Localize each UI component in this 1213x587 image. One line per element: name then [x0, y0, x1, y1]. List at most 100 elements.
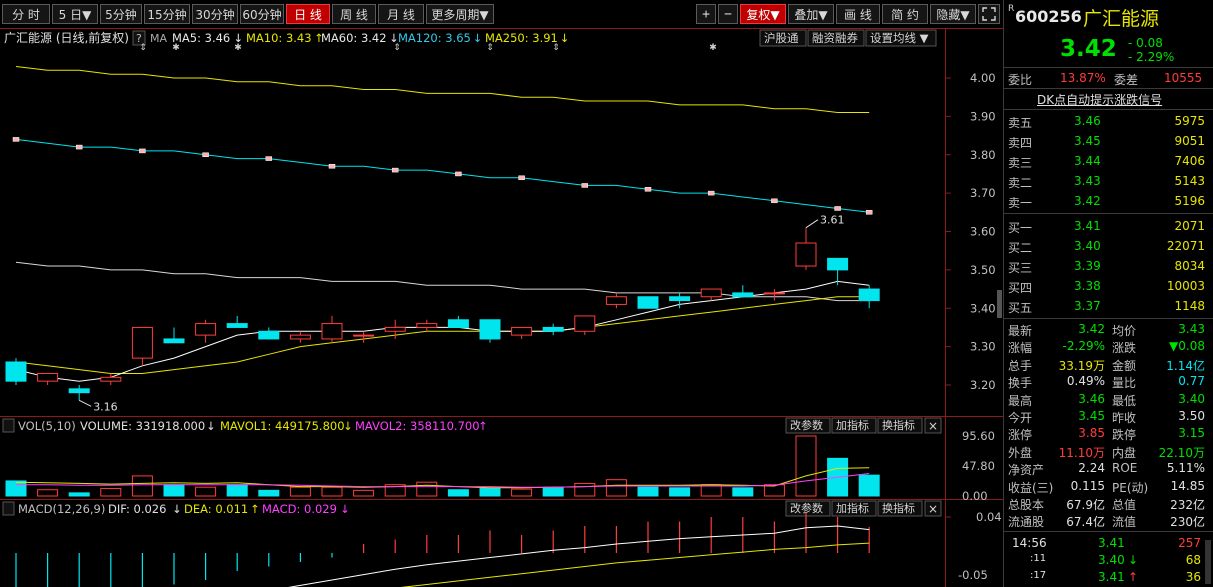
- dk-signal-link[interactable]: DK点自动提示涨跌信号: [1037, 91, 1162, 108]
- macd-axis-label: 0.04: [976, 510, 1002, 524]
- ma-legend-value: MA5: 3.46: [172, 31, 230, 45]
- chart-scroll-handle[interactable]: [997, 290, 1002, 318]
- buy-level-price: 3.40: [1074, 239, 1101, 253]
- vol-add-indicator-label: 加指标: [836, 418, 869, 432]
- stat-label: 内盘: [1112, 445, 1137, 460]
- period-tab-intraday[interactable]: 分 时: [2, 4, 50, 24]
- zoom-in-button[interactable]: +: [696, 4, 716, 24]
- candle-body: [68, 388, 90, 394]
- volume-bar: [479, 487, 501, 497]
- price-axis-label: 3.20: [970, 378, 996, 392]
- ma120-marker: [12, 137, 20, 142]
- stat-label: 昨收: [1112, 411, 1137, 425]
- simple-mode-button[interactable]: 简 约: [882, 4, 928, 24]
- candle-body: [226, 323, 248, 328]
- stat-value: 232亿: [1170, 498, 1205, 512]
- stat-value: -2.29%: [1062, 339, 1105, 354]
- candle-body: [479, 319, 501, 340]
- buy-level-label: 买二: [1008, 241, 1033, 255]
- ma-legend-arrow: ↓: [473, 31, 483, 45]
- stat-value: 0.115: [1070, 478, 1105, 493]
- period-tab-daily[interactable]: 日 线: [286, 4, 330, 24]
- stat-value: 2.24: [1078, 461, 1105, 476]
- price-axis-label: 3.70: [970, 186, 996, 200]
- stat-label: 净资产: [1008, 463, 1045, 478]
- candle-body: [511, 326, 533, 336]
- ma120-marker: [139, 148, 146, 154]
- mavol1-arrow: ↓: [343, 419, 353, 433]
- ma120-marker: [834, 206, 841, 211]
- macd-help-icon[interactable]: [2, 501, 15, 516]
- price-change: - 0.08: [1128, 36, 1163, 50]
- dea-value: DEA: 0.011: [184, 502, 248, 516]
- ma120-marker: [771, 198, 778, 204]
- volume-bar: [37, 489, 59, 497]
- candle-body: [669, 296, 691, 302]
- stat-value: 67.4亿: [1066, 515, 1105, 530]
- stat-value: 14.85: [1170, 478, 1205, 493]
- overlay-dropdown[interactable]: 叠加▼: [788, 4, 834, 24]
- last-price: 3.42: [1060, 36, 1117, 62]
- volume-label: VOL(5,10): [18, 419, 76, 433]
- period-tab-60min[interactable]: 60分钟: [240, 4, 284, 24]
- candle-body: [795, 242, 817, 267]
- margin-trading-label: 融资融券: [812, 31, 858, 45]
- ma120-marker: [581, 183, 589, 188]
- ma-legend-value: MA60: 3.42: [321, 31, 387, 45]
- stock-code: 600256: [1015, 7, 1082, 26]
- stock-name: 广汇能源: [1083, 8, 1160, 30]
- volume-bar: [669, 487, 691, 497]
- candle-body: [384, 326, 406, 332]
- tick-volume: 257: [1178, 536, 1201, 550]
- volume-bar: [542, 486, 564, 497]
- kline-chart-area[interactable]: 广汇能源 (日线,前复权) ? MA MA5: 3.46 ↓ MA10: 3.43 ↑…: [0, 28, 1003, 587]
- tick-scrollbar[interactable]: [1205, 540, 1211, 584]
- draw-line-button[interactable]: 画 线: [836, 4, 880, 24]
- volume-panel-buttons: 改参数 加指标 换指标 ×: [785, 417, 942, 434]
- adjust-dropdown[interactable]: 复权▼: [740, 4, 786, 24]
- period-tab-weekly[interactable]: 周 线: [332, 4, 376, 24]
- buy-level-label: 买五: [1008, 301, 1033, 315]
- price-change-pct: - 2.29%: [1128, 50, 1175, 64]
- period-tab-30min[interactable]: 30分钟: [192, 4, 238, 24]
- chart-title: 广汇能源 (日线,前复权): [4, 30, 129, 45]
- stat-label: 最高: [1008, 393, 1033, 408]
- fullscreen-icon[interactable]: [978, 4, 1000, 24]
- volume-bar: [163, 484, 185, 497]
- volume-bar: [858, 474, 880, 497]
- buy-level-volume: 10003: [1166, 279, 1205, 293]
- period-tab-monthly[interactable]: 月 线: [378, 4, 424, 24]
- hide-dropdown[interactable]: 隐藏▼: [930, 4, 976, 24]
- period-tab-5day[interactable]: 5 日▼: [52, 4, 98, 24]
- high-annotation: 3.61: [820, 214, 845, 227]
- stat-value: 3.15: [1178, 426, 1205, 441]
- ma-settings-label: 设置均线 ▼: [870, 31, 929, 45]
- volume-bar: [100, 487, 122, 497]
- period-tab-5min[interactable]: 5分钟: [100, 4, 142, 24]
- mavol2-value: MAVOL2: 358110.700: [355, 419, 480, 433]
- hk-connect-label: 沪股通: [764, 31, 799, 45]
- tick-price: 3.41: [1098, 570, 1125, 584]
- candle-body: [447, 319, 469, 328]
- macd-axis-label: -0.05: [958, 568, 988, 582]
- volume-help-icon[interactable]: [2, 418, 15, 433]
- stat-label: 均价: [1112, 324, 1137, 338]
- period-tab-15min[interactable]: 15分钟: [144, 4, 190, 24]
- buy-level-price: 3.41: [1074, 219, 1101, 233]
- macd-arrow: ↓: [340, 502, 350, 516]
- buy-level-volume: 8034: [1174, 259, 1205, 273]
- sell-level-price: 3.45: [1074, 134, 1101, 148]
- volume-bar: [68, 492, 90, 497]
- sell-level-volume: 5975: [1174, 114, 1205, 128]
- weibi-label: 委比: [1008, 73, 1033, 87]
- buy-level-price: 3.37: [1074, 299, 1101, 313]
- tick-time: :17: [1030, 570, 1047, 581]
- stat-label: 流通股: [1008, 515, 1045, 530]
- tick-price: 3.41: [1098, 536, 1125, 550]
- more-periods-dropdown[interactable]: 更多周期▼: [426, 4, 494, 24]
- stat-label: 今开: [1008, 411, 1033, 425]
- zoom-out-button[interactable]: −: [718, 4, 738, 24]
- volume-bar: [447, 489, 469, 497]
- stat-label: PE(动): [1112, 480, 1149, 495]
- tick-price: 3.40: [1098, 553, 1125, 567]
